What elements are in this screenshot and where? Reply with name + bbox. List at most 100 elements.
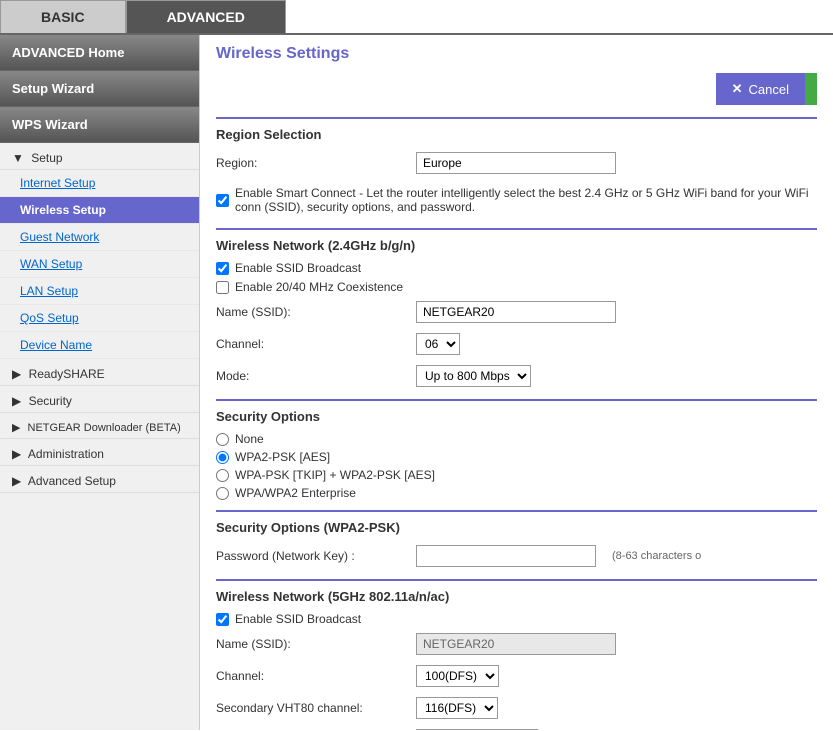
- wpa2-section-title: Security Options (WPA2-PSK): [216, 520, 817, 535]
- sidebar-link-qos-setup[interactable]: QoS Setup: [0, 305, 199, 332]
- password-input[interactable]: [416, 545, 596, 567]
- sidebar-section-security[interactable]: ▶ Security: [0, 386, 199, 413]
- security-enterprise-label: WPA/WPA2 Enterprise: [235, 486, 356, 500]
- sidebar-link-lan-setup[interactable]: LAN Setup: [0, 278, 199, 305]
- security-wpa-mixed-row: WPA-PSK [TKIP] + WPA2-PSK [AES]: [216, 468, 817, 482]
- enable-ssid-broadcast-5ghz-row: Enable SSID Broadcast: [216, 612, 817, 626]
- tab-basic[interactable]: BASIC: [0, 0, 126, 33]
- security-wpa2-label: WPA2-PSK [AES]: [235, 450, 330, 464]
- channel-5ghz-select[interactable]: 100(DFS) 108(DFS)116(DFS)149 153157161: [416, 665, 499, 687]
- page-title: Wireless Settings: [216, 45, 817, 63]
- password-label: Password (Network Key) :: [216, 549, 416, 563]
- enable-ssid-broadcast-24ghz-row: Enable SSID Broadcast: [216, 261, 817, 275]
- ssid-5ghz-row: Name (SSID):: [216, 631, 817, 657]
- mode-24ghz-label: Mode:: [216, 369, 416, 383]
- sidebar-link-device-name[interactable]: Device Name: [0, 332, 199, 359]
- enable-2040-checkbox[interactable]: [216, 281, 229, 294]
- secondary-vht80-select[interactable]: 116(DFS) 149153157161: [416, 697, 498, 719]
- sidebar-section-setup[interactable]: ▼ Setup: [0, 143, 199, 170]
- region-input[interactable]: [416, 152, 616, 174]
- sidebar-btn-setup-wizard[interactable]: Setup Wizard: [0, 71, 199, 107]
- security-24ghz-title: Security Options: [216, 409, 817, 424]
- sidebar-section-readyshare[interactable]: ▶ ReadySHARE: [0, 359, 199, 386]
- channel-24ghz-select[interactable]: 06 0102030405 0708091011: [416, 333, 460, 355]
- channel-5ghz-label: Channel:: [216, 669, 416, 683]
- security-none-row: None: [216, 432, 817, 446]
- mode-5ghz-select[interactable]: Up to 1733 Mbps Up to 54 Mbps Up to 450 …: [416, 729, 538, 730]
- security-none-radio[interactable]: [216, 433, 229, 446]
- region-section-title: Region Selection: [216, 127, 817, 142]
- sidebar-section-advanced-setup[interactable]: ▶ Advanced Setup: [0, 466, 199, 493]
- downloader-section-label: NETGEAR Downloader (BETA): [28, 422, 181, 434]
- secondary-vht80-label: Secondary VHT80 channel:: [216, 701, 416, 715]
- ssid-5ghz-input[interactable]: [416, 633, 616, 655]
- setup-section-label: Setup: [31, 151, 62, 165]
- ssid-24ghz-row: Name (SSID):: [216, 299, 817, 325]
- main-content-area: Wireless Settings ✕ Cancel Region Select…: [200, 35, 833, 730]
- enable-ssid-broadcast-24ghz-label: Enable SSID Broadcast: [235, 261, 361, 275]
- advanced-setup-arrow-icon: ▶: [12, 474, 21, 488]
- ssid-5ghz-label: Name (SSID):: [216, 637, 416, 651]
- advanced-setup-section-label: Advanced Setup: [28, 474, 116, 488]
- security-wpa2-radio[interactable]: [216, 451, 229, 464]
- password-input-row: (8-63 characters o: [416, 545, 701, 567]
- mode-24ghz-select[interactable]: Up to 800 Mbps Up to 54 Mbps Up to 130 M…: [416, 365, 531, 387]
- cancel-bar: ✕ Cancel: [216, 73, 817, 105]
- wpa2-divider: [216, 510, 817, 512]
- security-wpa2-row: WPA2-PSK [AES]: [216, 450, 817, 464]
- smart-connect-row: Enable Smart Connect - Let the router in…: [216, 182, 817, 218]
- security-arrow-icon: ▶: [12, 394, 21, 408]
- region-label: Region:: [216, 156, 416, 170]
- 24ghz-section-title: Wireless Network (2.4GHz b/g/n): [216, 238, 817, 253]
- sidebar-link-wan-setup[interactable]: WAN Setup: [0, 251, 199, 278]
- sidebar-btn-advanced-home[interactable]: ADVANCED Home: [0, 35, 199, 71]
- sidebar-section-administration[interactable]: ▶ Administration: [0, 439, 199, 466]
- security-wpa-mixed-label: WPA-PSK [TKIP] + WPA2-PSK [AES]: [235, 468, 435, 482]
- cancel-label: Cancel: [749, 82, 789, 97]
- password-row: Password (Network Key) : (8-63 character…: [216, 543, 817, 569]
- sidebar-btn-wps-wizard[interactable]: WPS Wizard: [0, 107, 199, 143]
- secondary-vht80-row: Secondary VHT80 channel: 116(DFS) 149153…: [216, 695, 817, 721]
- password-hint: (8-63 characters o: [612, 550, 701, 562]
- smart-connect-checkbox[interactable]: [216, 194, 229, 207]
- sidebar: ADVANCED Home Setup Wizard WPS Wizard ▼ …: [0, 35, 200, 730]
- channel-24ghz-label: Channel:: [216, 337, 416, 351]
- security-wpa-mixed-radio[interactable]: [216, 469, 229, 482]
- administration-section-label: Administration: [28, 447, 104, 461]
- enable-2040-label: Enable 20/40 MHz Coexistence: [235, 280, 403, 294]
- smart-connect-text: Enable Smart Connect - Let the router in…: [235, 186, 817, 214]
- region-row: Region:: [216, 150, 817, 176]
- main-layout: ADVANCED Home Setup Wizard WPS Wizard ▼ …: [0, 35, 833, 730]
- security-24ghz-divider: [216, 399, 817, 401]
- sidebar-link-wireless-setup[interactable]: Wireless Setup: [0, 197, 199, 224]
- top-tab-bar: BASIC ADVANCED: [0, 0, 833, 35]
- setup-arrow-icon: ▼: [12, 151, 24, 165]
- readyshare-section-label: ReadySHARE: [29, 367, 105, 381]
- sidebar-link-guest-network[interactable]: Guest Network: [0, 224, 199, 251]
- tab-advanced[interactable]: ADVANCED: [126, 0, 286, 33]
- ssid-24ghz-label: Name (SSID):: [216, 305, 416, 319]
- mode-5ghz-row: Mode: Up to 1733 Mbps Up to 54 Mbps Up t…: [216, 727, 817, 730]
- 24ghz-divider: [216, 228, 817, 230]
- 5ghz-divider: [216, 579, 817, 581]
- enable-ssid-broadcast-5ghz-label: Enable SSID Broadcast: [235, 612, 361, 626]
- green-indicator: [805, 73, 817, 105]
- channel-24ghz-row: Channel: 06 0102030405 0708091011: [216, 331, 817, 357]
- mode-24ghz-row: Mode: Up to 800 Mbps Up to 54 Mbps Up to…: [216, 363, 817, 389]
- security-enterprise-row: WPA/WPA2 Enterprise: [216, 486, 817, 500]
- ssid-24ghz-input[interactable]: [416, 301, 616, 323]
- downloader-arrow-icon: ▶: [12, 422, 20, 434]
- enable-ssid-broadcast-24ghz-checkbox[interactable]: [216, 262, 229, 275]
- sidebar-link-internet-setup[interactable]: Internet Setup: [0, 170, 199, 197]
- administration-arrow-icon: ▶: [12, 447, 21, 461]
- security-enterprise-radio[interactable]: [216, 487, 229, 500]
- enable-ssid-broadcast-5ghz-checkbox[interactable]: [216, 613, 229, 626]
- region-divider: [216, 117, 817, 119]
- security-section-label: Security: [29, 394, 72, 408]
- cancel-x-icon: ✕: [732, 81, 743, 97]
- readyshare-arrow-icon: ▶: [12, 367, 21, 381]
- sidebar-section-netgear-downloader[interactable]: ▶ NETGEAR Downloader (BETA): [0, 413, 199, 439]
- channel-5ghz-row: Channel: 100(DFS) 108(DFS)116(DFS)149 15…: [216, 663, 817, 689]
- cancel-button[interactable]: ✕ Cancel: [716, 73, 805, 105]
- 5ghz-section-title: Wireless Network (5GHz 802.11a/n/ac): [216, 589, 817, 604]
